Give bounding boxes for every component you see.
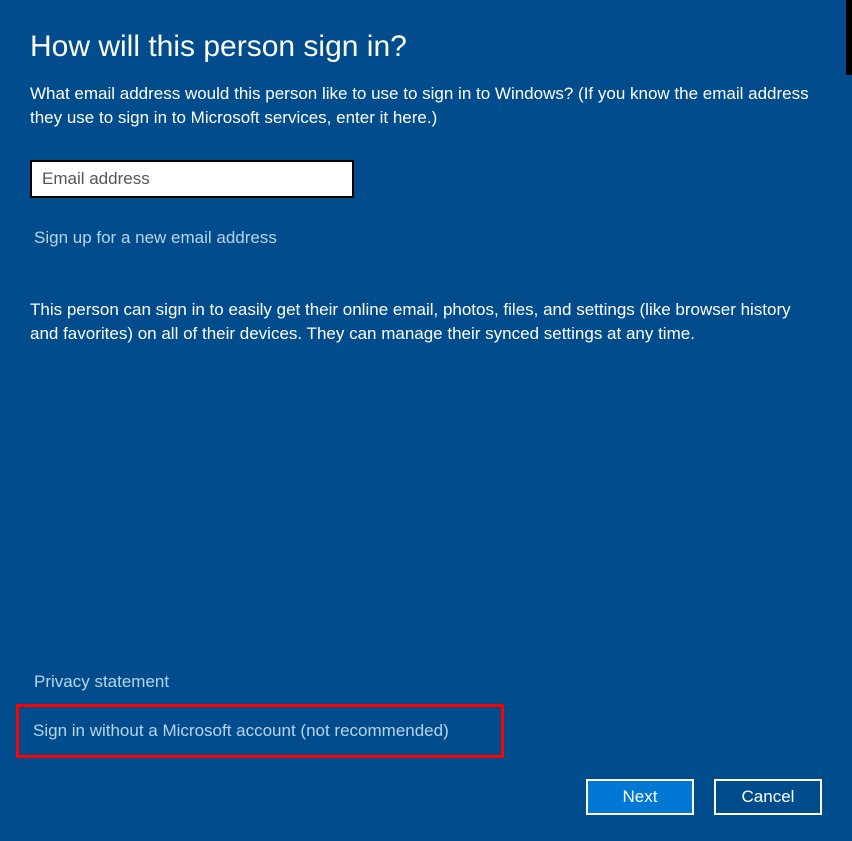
page-title: How will this person sign in? (30, 30, 822, 64)
signin-without-account-link[interactable]: Sign in without a Microsoft account (not… (33, 721, 449, 741)
page-subtitle: What email address would this person lik… (30, 82, 820, 130)
scrollbar-indicator (846, 0, 852, 75)
sync-description: This person can sign in to easily get th… (30, 298, 820, 347)
privacy-statement-link[interactable]: Privacy statement (34, 672, 169, 691)
signin-without-account-highlight: Sign in without a Microsoft account (not… (16, 704, 504, 758)
email-input[interactable] (30, 160, 354, 198)
signup-new-email-link[interactable]: Sign up for a new email address (34, 228, 277, 248)
cancel-button[interactable]: Cancel (714, 779, 822, 815)
next-button[interactable]: Next (586, 779, 694, 815)
